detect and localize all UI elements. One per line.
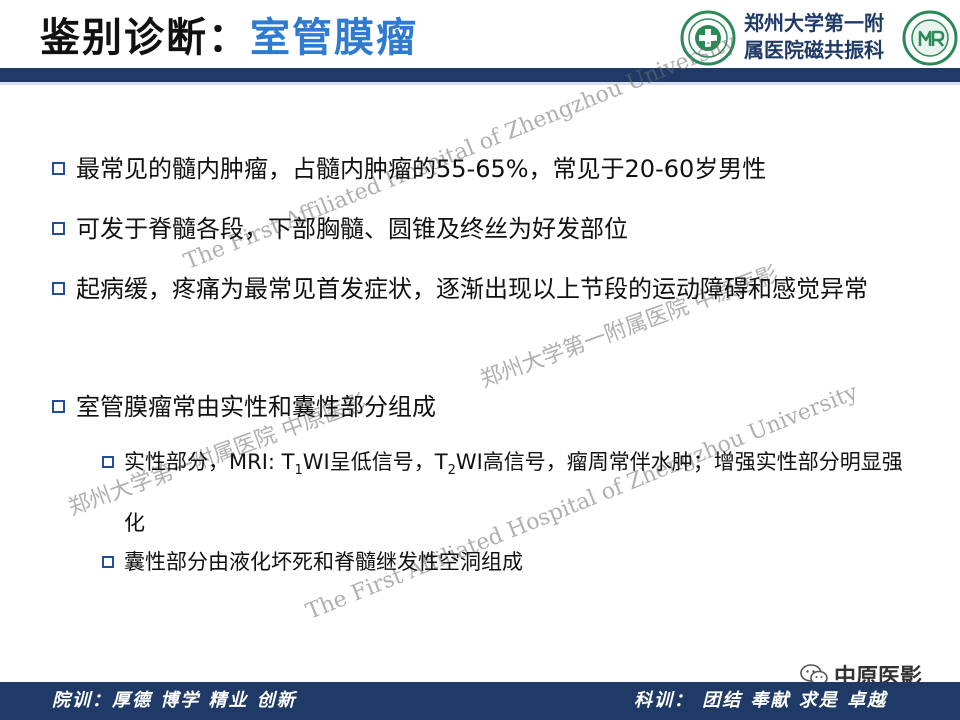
sub-bullet-text-part: 实性部分，MRI: T (124, 450, 295, 474)
square-bullet-icon (52, 162, 65, 175)
bullet-text: 可发于脊髓各段，下部胸髓、圆锥及终丝为好发部位 (76, 215, 628, 243)
sub-bullet-text: 囊性部分由液化坏死和脊髓继发性空洞组成 (124, 550, 523, 574)
bullet-text: 最常见的髓内肿瘤，占髓内肿瘤的55-65%，常见于20-60岁男性 (76, 155, 767, 183)
square-bullet-icon (102, 456, 114, 468)
bullet-item: 室管膜瘤常由实性和囊性部分组成 (52, 378, 916, 436)
square-bullet-icon (52, 400, 65, 413)
sub-bullet-item: 实性部分，MRI: T1WI呈低信号，T2WI高信号，瘤周常伴水肿；增强实性部分… (102, 436, 914, 549)
slide-content: 最常见的髓内肿瘤，占髓内肿瘤的55-65%，常见于20-60岁男性 可发于脊髓各… (0, 0, 960, 720)
footer-bar: 院训：厚德 博学 精业 创新 科训： 团结 奉献 求是 卓越 (0, 682, 960, 720)
square-bullet-icon (102, 556, 114, 568)
subscript: 2 (447, 463, 456, 479)
footer-motto-department: 科训： 团结 奉献 求是 卓越 (634, 690, 888, 711)
bullet-text: 室管膜瘤常由实性和囊性部分组成 (76, 393, 436, 421)
bullet-item: 最常见的髓内肿瘤，占髓内肿瘤的55-65%，常见于20-60岁男性 (52, 140, 916, 198)
footer-motto-hospital: 院训：厚德 博学 精业 创新 (52, 690, 297, 711)
bullet-item: 可发于脊髓各段，下部胸髓、圆锥及终丝为好发部位 (52, 200, 916, 258)
square-bullet-icon (52, 282, 65, 295)
sub-bullet-text-part: WI呈低信号，T (302, 450, 448, 474)
sub-bullet-text: 实性部分，MRI: T1WI呈低信号，T2WI高信号，瘤周常伴水肿；增强实性部分… (124, 450, 903, 535)
bullet-text: 起病缓，疼痛为最常见首发症状，逐渐出现以上节段的运动障碍和感觉异常 (76, 275, 868, 303)
bullet-item: 起病缓，疼痛为最常见首发症状，逐渐出现以上节段的运动障碍和感觉异常 (52, 260, 916, 318)
square-bullet-icon (52, 222, 65, 235)
slide: 鉴别诊断：室管膜瘤 郑州大学第一附 属医院磁共振科 The First Affi… (0, 0, 960, 720)
sub-bullet-item: 囊性部分由液化坏死和脊髓继发性空洞组成 (102, 536, 914, 588)
subscript: 1 (294, 463, 303, 479)
